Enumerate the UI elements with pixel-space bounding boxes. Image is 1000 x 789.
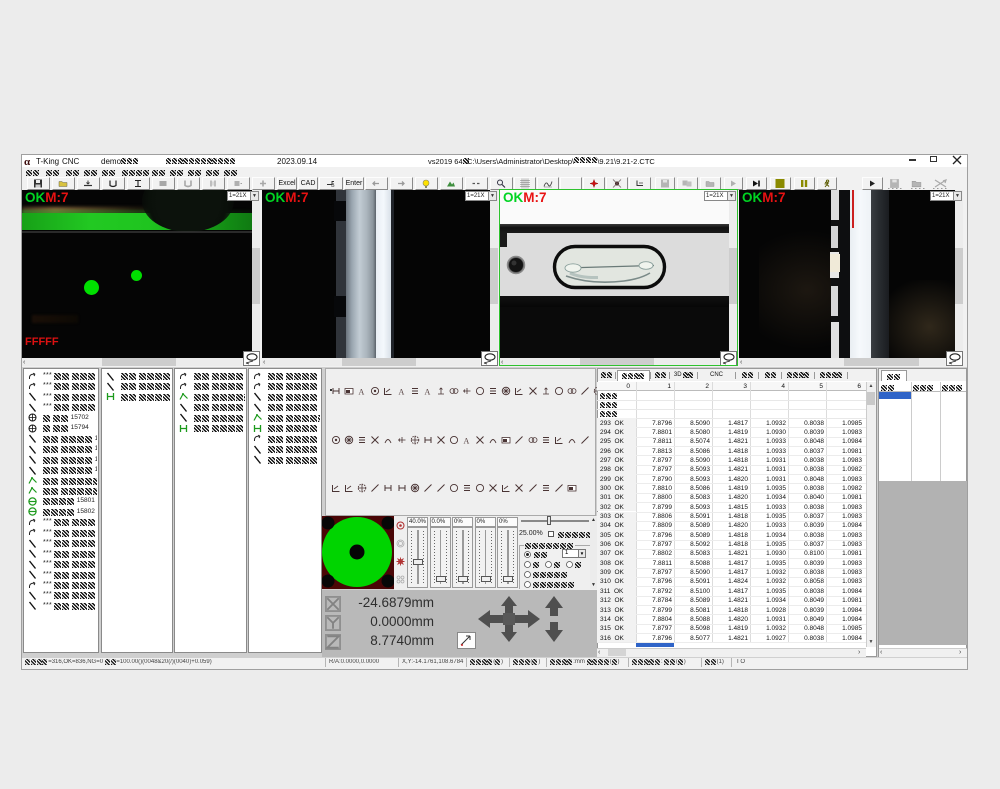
- svg-text:A: A: [424, 388, 430, 397]
- svg-text:α: α: [24, 156, 31, 166]
- svg-text:B: B: [331, 183, 335, 189]
- svg-text:A: A: [359, 388, 365, 397]
- svg-text:A: A: [464, 437, 470, 446]
- svg-text:A: A: [398, 388, 404, 397]
